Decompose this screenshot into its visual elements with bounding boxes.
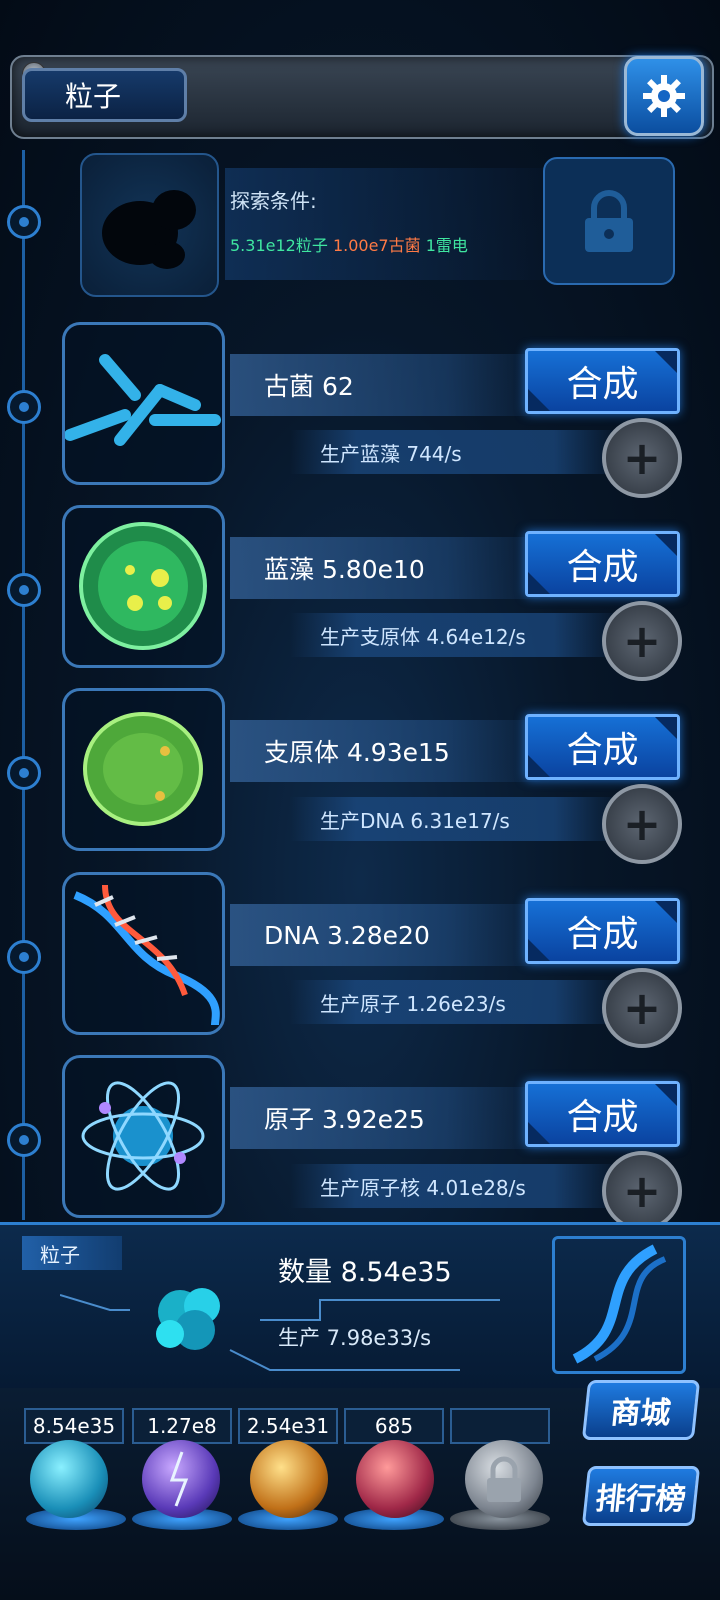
rail-node xyxy=(7,1123,41,1157)
particle-quantity: 数量 8.54e35 xyxy=(278,1257,452,1288)
ranking-button[interactable]: 排行榜 xyxy=(581,1466,701,1526)
synthesize-archaea-button[interactable]: 合成 xyxy=(525,348,680,414)
synthesize-mycoplasma-button[interactable]: 合成 xyxy=(525,714,680,780)
plus-icon: + xyxy=(622,614,662,668)
locked-counter xyxy=(450,1408,550,1444)
particle-rate: 生产 7.98e33/s xyxy=(278,1326,432,1350)
tab-brain[interactable] xyxy=(356,1440,434,1518)
tab-particle[interactable] xyxy=(30,1440,108,1518)
lightning-icon xyxy=(169,1451,189,1507)
explore-condition-values: 5.31e12粒子 1.00e7古菌 1雷电 xyxy=(230,232,468,256)
item-production-mycoplasma: 生产DNA 6.31e17/s xyxy=(290,797,620,841)
archaea-image xyxy=(62,322,225,485)
locked-explore-button[interactable] xyxy=(543,157,675,285)
thunder-counter: 1.27e8 xyxy=(132,1408,232,1444)
left-rail xyxy=(22,150,25,1220)
mycoplasma-image xyxy=(62,688,225,851)
item-production-archaea: 生产蓝藻 744/s xyxy=(290,430,620,474)
cyanobacteria-icon xyxy=(79,522,207,650)
dna-emblem-icon xyxy=(572,1244,667,1364)
atom-icon xyxy=(81,1081,205,1191)
rail-lock-node xyxy=(7,205,41,239)
plus-icon: + xyxy=(622,1164,662,1218)
rail-node xyxy=(7,390,41,424)
particle-tag: 粒子 xyxy=(22,1236,122,1270)
archaea-icon xyxy=(64,354,221,446)
item-production-atom: 生产原子核 4.01e28/s xyxy=(290,1164,620,1208)
dna-image xyxy=(62,872,225,1035)
rail-node xyxy=(7,573,41,607)
gear-icon xyxy=(643,75,685,117)
mycoplasma-icon xyxy=(83,712,203,826)
atom-image xyxy=(62,1055,225,1218)
item-name-atom: 原子 3.92e25 xyxy=(230,1087,540,1149)
settings-button[interactable] xyxy=(624,56,704,136)
dna-badge xyxy=(552,1236,686,1374)
item-production-cyanobacteria: 生产支原体 4.64e12/s xyxy=(290,613,620,657)
condition-particle: 5.31e12粒子 xyxy=(230,236,328,255)
shop-button[interactable]: 商城 xyxy=(581,1380,701,1440)
item-name-mycoplasma: 支原体 4.93e15 xyxy=(230,720,540,782)
rail-node xyxy=(7,756,41,790)
rail-node xyxy=(7,940,41,974)
item-name-dna: DNA 3.28e20 xyxy=(230,904,540,966)
particle-counter: 8.54e35 xyxy=(24,1408,124,1444)
upgrade-atom-button[interactable]: + xyxy=(602,1151,682,1231)
condition-thunder: 1雷电 xyxy=(425,236,468,255)
synthesize-cyanobacteria-button[interactable]: 合成 xyxy=(525,531,680,597)
upgrade-archaea-button[interactable]: + xyxy=(602,418,682,498)
upgrade-cyanobacteria-button[interactable]: + xyxy=(602,601,682,681)
page-title: 粒子 xyxy=(22,68,187,122)
locked-item-image xyxy=(80,153,219,297)
tab-thunder[interactable] xyxy=(142,1440,220,1518)
unknown-creature-icon xyxy=(102,190,196,269)
cyanobacteria-image xyxy=(62,505,225,668)
item-production-dna: 生产原子 1.26e23/s xyxy=(290,980,620,1024)
lock-icon xyxy=(487,1456,521,1502)
energy-counter: 2.54e31 xyxy=(238,1408,338,1444)
tab-energy[interactable] xyxy=(250,1440,328,1518)
plus-icon: + xyxy=(622,797,662,851)
upgrade-mycoplasma-button[interactable]: + xyxy=(602,784,682,864)
plus-icon: + xyxy=(622,431,662,485)
condition-archaea: 1.00e7古菌 xyxy=(332,236,421,255)
item-name-archaea: 古菌 62 xyxy=(230,354,540,416)
synthesize-dna-button[interactable]: 合成 xyxy=(525,898,680,964)
brain-counter: 685 xyxy=(344,1408,444,1444)
plus-icon: + xyxy=(622,981,662,1035)
explore-condition-label: 探索条件: xyxy=(230,189,317,213)
synthesize-atom-button[interactable]: 合成 xyxy=(525,1081,680,1147)
item-name-cyanobacteria: 蓝藻 5.80e10 xyxy=(230,537,540,599)
dna-icon xyxy=(73,884,220,1026)
lock-icon xyxy=(585,190,633,252)
tab-locked[interactable] xyxy=(465,1440,543,1518)
upgrade-dna-button[interactable]: + xyxy=(602,968,682,1048)
